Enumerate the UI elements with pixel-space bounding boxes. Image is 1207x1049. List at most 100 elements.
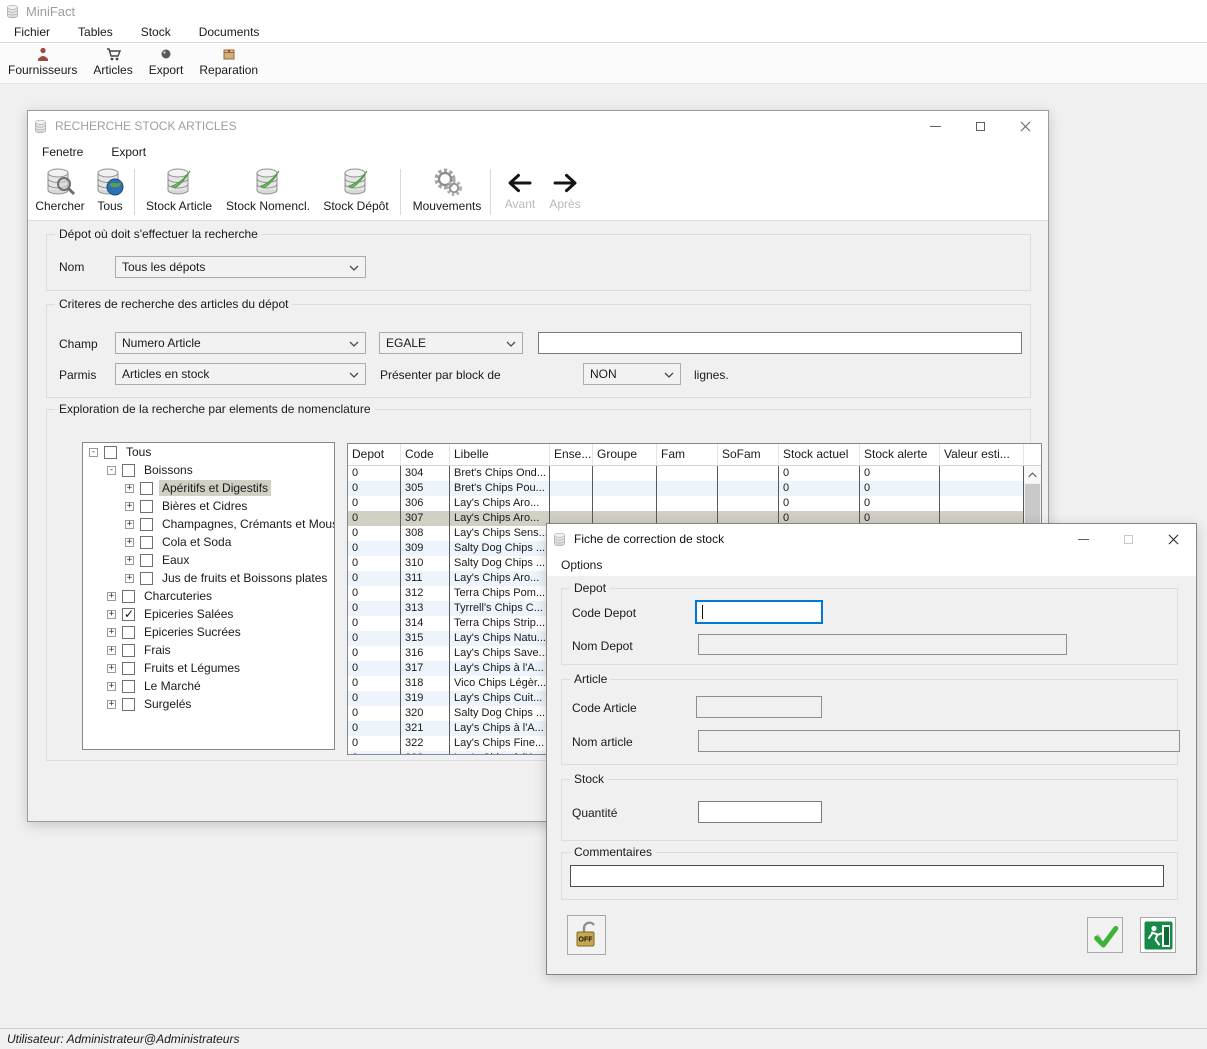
tree-expander-icon[interactable]: + [107, 610, 116, 619]
tree-checkbox[interactable] [122, 608, 135, 621]
tree-checkbox[interactable] [122, 644, 135, 657]
tree-item[interactable]: + Cola et Soda [83, 533, 334, 551]
tree-checkbox[interactable] [122, 626, 135, 639]
tree-item[interactable]: - Boissons [83, 461, 334, 479]
menu-documents[interactable]: Documents [185, 22, 274, 43]
tree-item[interactable]: + Champagnes, Crémants et Mouss... [83, 515, 334, 533]
tree-checkbox[interactable] [104, 446, 117, 459]
column-header[interactable]: Libelle [450, 444, 550, 465]
chercher-button[interactable]: Chercher [34, 166, 86, 218]
reparation-button[interactable]: Reparation [191, 44, 266, 77]
tree-checkbox[interactable] [140, 500, 153, 513]
tree-checkbox[interactable] [122, 590, 135, 603]
table-row[interactable]: 0306Lay's Chips Aro...00 [348, 496, 1041, 511]
tree-checkbox[interactable] [122, 698, 135, 711]
tree-expander-icon[interactable]: + [125, 574, 134, 583]
block-select[interactable]: NON [583, 363, 681, 385]
tree-item[interactable]: + Apéritifs et Digestifs [83, 479, 334, 497]
stock-article-button[interactable]: Stock Article [142, 166, 216, 218]
tree-expander-icon[interactable]: + [125, 520, 134, 529]
confirm-button[interactable] [1087, 917, 1123, 953]
column-header[interactable]: Stock alerte [860, 444, 940, 465]
menu-export[interactable]: Export [97, 142, 160, 163]
tree-item[interactable]: + Frais [83, 641, 334, 659]
tree-expander-icon[interactable]: + [125, 484, 134, 493]
minimize-button[interactable] [913, 111, 958, 141]
tree-expander-icon[interactable]: + [107, 592, 116, 601]
minimize-button[interactable] [1061, 524, 1106, 554]
tous-button[interactable]: Tous [90, 166, 130, 218]
column-header[interactable]: Groupe [593, 444, 657, 465]
commentaires-input[interactable] [570, 865, 1164, 887]
tree-checkbox[interactable] [140, 572, 153, 585]
tree-item[interactable]: + Charcuteries [83, 587, 334, 605]
maximize-button[interactable] [958, 111, 1003, 141]
tree-item[interactable]: + Surgelés [83, 695, 334, 713]
exit-button[interactable] [1140, 917, 1176, 953]
mouvements-button[interactable]: Mouvements [408, 166, 486, 218]
column-header[interactable]: SoFam [718, 444, 779, 465]
articles-button[interactable]: Articles [85, 44, 140, 77]
close-button[interactable] [1151, 524, 1196, 554]
column-header[interactable]: Code [401, 444, 450, 465]
tree-item[interactable]: + Epiceries Salées [83, 605, 334, 623]
tree-expander-icon[interactable]: + [125, 556, 134, 565]
code-article-input[interactable] [696, 696, 822, 718]
lock-toggle-button[interactable]: OFF [567, 915, 606, 955]
dialog-titlebar[interactable]: Fiche de correction de stock [547, 524, 1196, 554]
code-depot-input[interactable] [696, 601, 822, 623]
menu-stock[interactable]: Stock [127, 22, 185, 43]
column-header[interactable]: Ense... [550, 444, 593, 465]
tree-checkbox[interactable] [140, 518, 153, 531]
menu-fenetre[interactable]: Fenetre [28, 142, 97, 163]
operator-select[interactable]: EGALE [379, 332, 523, 354]
menu-tables[interactable]: Tables [64, 22, 127, 43]
tree-expander-icon[interactable]: + [125, 538, 134, 547]
tree-expander-icon[interactable]: + [107, 664, 116, 673]
tree-expander-icon[interactable]: + [107, 682, 116, 691]
export-button[interactable]: Export [141, 44, 192, 77]
nom-article-input[interactable] [698, 730, 1180, 752]
depot-select[interactable]: Tous les dépots [115, 256, 366, 278]
tree-item[interactable]: + Fruits et Légumes [83, 659, 334, 677]
parmis-select[interactable]: Articles en stock [115, 363, 366, 385]
menu-options[interactable]: Options [547, 555, 616, 576]
tree-expander-icon[interactable]: + [125, 502, 134, 511]
quantite-input[interactable] [698, 801, 822, 823]
fournisseurs-button[interactable]: Fournisseurs [0, 44, 85, 77]
nom-depot-input[interactable] [698, 634, 1067, 655]
tree-item[interactable]: + Le Marché [83, 677, 334, 695]
column-header[interactable]: Valeur esti... [940, 444, 1024, 465]
tree-expander-icon[interactable]: + [107, 646, 116, 655]
column-header[interactable]: Stock actuel [779, 444, 860, 465]
tree-expander-icon[interactable]: + [107, 700, 116, 709]
tree-checkbox[interactable] [140, 554, 153, 567]
close-button[interactable] [1003, 111, 1048, 141]
champ-select[interactable]: Numero Article [115, 332, 366, 354]
menu-fichier[interactable]: Fichier [0, 22, 64, 43]
tree-checkbox[interactable] [122, 464, 135, 477]
tree-item[interactable]: + Epiceries Sucrées [83, 623, 334, 641]
tree-checkbox[interactable] [140, 482, 153, 495]
stock-depot-button[interactable]: Stock Dépôt [320, 166, 392, 218]
tree-item[interactable]: + Eaux [83, 551, 334, 569]
tree-checkbox[interactable] [122, 662, 135, 675]
tree-expander-icon[interactable]: - [89, 448, 98, 457]
column-header[interactable]: Depot [348, 444, 401, 465]
column-header[interactable]: Fam [657, 444, 718, 465]
table-row[interactable]: 0305Bret's Chips Pou...00 [348, 481, 1041, 496]
search-value-input[interactable] [538, 332, 1022, 354]
apres-button[interactable]: Après [544, 166, 586, 218]
avant-button[interactable]: Avant [500, 166, 540, 218]
tree-checkbox[interactable] [140, 536, 153, 549]
tree-item[interactable]: + Bières et Cidres [83, 497, 334, 515]
table-row[interactable]: 0304Bret's Chips Ond...00 [348, 466, 1041, 481]
tree-item[interactable]: + Jus de fruits et Boissons plates [83, 569, 334, 587]
search-window-titlebar[interactable]: RECHERCHE STOCK ARTICLES [28, 111, 1048, 141]
tree-expander-icon[interactable]: + [107, 628, 116, 637]
scroll-up-button[interactable] [1024, 466, 1041, 483]
stock-nomencl-button[interactable]: Stock Nomencl. [222, 166, 314, 218]
tree-checkbox[interactable] [122, 680, 135, 693]
tree-expander-icon[interactable]: - [107, 466, 116, 475]
tree-item[interactable]: - Tous [83, 443, 334, 461]
